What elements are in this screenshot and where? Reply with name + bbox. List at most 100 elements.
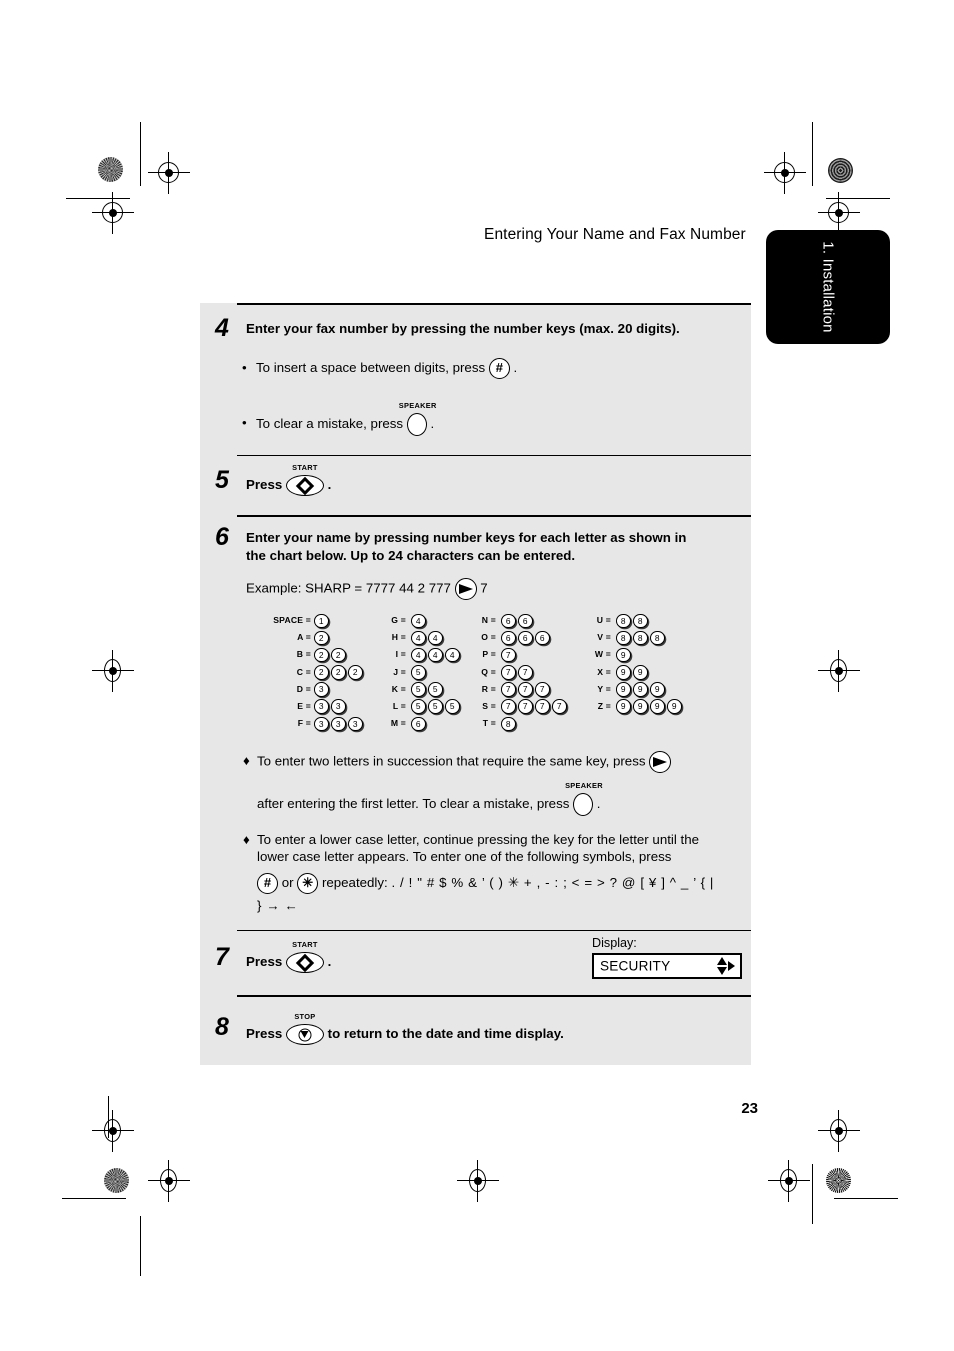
- chart-letter-label: I =: [395, 649, 406, 660]
- registration-mark: [148, 152, 190, 194]
- step-4-bullet-2: • To clear a mistake, press SPEAKER .: [242, 402, 722, 436]
- hash-key-icon[interactable]: #: [257, 873, 278, 894]
- digit-key-icon: 7: [518, 682, 533, 697]
- step-6-note-2: ♦ To enter a lower case letter, continue…: [243, 830, 743, 849]
- step-4-title: Enter your fax number by pressing the nu…: [246, 321, 680, 336]
- chart-row-s: S = 7 7 7 7: [463, 698, 578, 715]
- hash-key-icon[interactable]: #: [488, 358, 510, 379]
- press-after: .: [327, 954, 332, 970]
- stop-key-icon[interactable]: STOP: [285, 1013, 324, 1045]
- chart-letter-label: Q =: [481, 666, 496, 677]
- chart-digit-group: 6: [411, 715, 428, 733]
- digit-key-icon: 7: [501, 682, 516, 697]
- digit-key-icon: 8: [616, 630, 631, 646]
- chart-letter-label: P =: [482, 649, 496, 660]
- chart-column-1: SPACE = 1 A = 2 B = 2 2 C = 2 2 2 D = 3 E = 3 3 F = 3 3 3: [273, 612, 373, 732]
- digit-key-icon: 7: [535, 682, 550, 697]
- chart-row-k: K = 5 5: [373, 681, 463, 698]
- digit-key-icon: 4: [411, 613, 426, 629]
- press-label: Press: [246, 477, 283, 493]
- press-label: Press: [246, 1026, 283, 1042]
- example-text-after: 7: [480, 580, 488, 596]
- halftone-target-bottomright: [826, 1168, 851, 1193]
- digit-key-icon: 6: [518, 630, 533, 646]
- digit-key-icon: 6: [535, 630, 550, 646]
- halftone-target-topright: [828, 158, 853, 183]
- section-divider: [237, 303, 751, 306]
- chart-letter-label: V =: [597, 632, 611, 643]
- digit-key-icon: 7: [552, 699, 567, 714]
- chart-row-o: O = 6 6 6: [463, 629, 578, 646]
- digit-key-icon: 8: [501, 716, 516, 732]
- chart-letter-label: SPACE =: [273, 615, 311, 625]
- chart-row-w: W = 9: [578, 646, 693, 663]
- arrow-right-key-icon[interactable]: [454, 578, 477, 600]
- start-key-icon[interactable]: START: [285, 464, 324, 496]
- chart-letter-label: Y =: [597, 683, 611, 694]
- section-divider: [237, 455, 751, 457]
- chart-row-v: V = 8 8 8: [578, 629, 693, 646]
- crop-line: [812, 1164, 814, 1224]
- digit-key-icon: 8: [650, 630, 665, 646]
- chart-digit-group: 44: [411, 629, 445, 647]
- crop-line: [812, 122, 814, 186]
- digit-key-icon: 6: [411, 716, 426, 732]
- bullet-text: To clear a mistake, press: [256, 416, 404, 432]
- digit-key-icon: 4: [411, 630, 426, 646]
- step-6-number: 6: [215, 523, 229, 551]
- step-8-line: Press STOP to return to the date and tim…: [246, 1013, 686, 1045]
- speaker-key-icon[interactable]: SPEAKER: [565, 782, 603, 816]
- arrow-right-key-icon[interactable]: [649, 751, 672, 773]
- chart-digit-group: 1: [314, 612, 331, 630]
- digit-key-icon: 9: [616, 699, 631, 714]
- registration-mark: [92, 1110, 134, 1152]
- chart-digit-group: 7777: [501, 698, 569, 716]
- registration-mark: [457, 1160, 499, 1202]
- digit-key-icon: 9: [667, 699, 682, 714]
- lcd-display: SECURITY: [592, 953, 742, 979]
- chart-row-g: G = 4: [373, 612, 463, 629]
- digit-key-icon: 7: [501, 647, 516, 663]
- diamond-bullet-marker: ♦: [243, 832, 250, 847]
- chart-row-a: A = 2: [278, 629, 373, 646]
- step-8-number: 8: [215, 1013, 229, 1041]
- chart-row-i: I = 4 4 4: [373, 646, 463, 663]
- chart-digit-group: 33: [314, 698, 348, 716]
- chart-row-x: X = 9 9: [578, 664, 693, 681]
- chart-digit-group: 888: [616, 629, 667, 647]
- display-value: SECURITY: [600, 958, 671, 974]
- asterisk-key-icon[interactable]: ✳: [297, 873, 319, 894]
- chart-letter-label: R =: [481, 683, 496, 694]
- chart-row-j: J = 5: [373, 664, 463, 681]
- symbol-list-line1: . / ! " # $ % & ’ ( ) ✳ + , - : ; < = > …: [391, 875, 714, 891]
- step-5-line: Press START .: [246, 464, 646, 496]
- chart-row-e: E = 3 3: [278, 698, 373, 715]
- halftone-target-bottomleft: [104, 1168, 129, 1193]
- digit-key-icon: 9: [633, 682, 648, 697]
- section-divider: [237, 995, 751, 998]
- chart-letter-label: N =: [481, 615, 496, 625]
- registration-mark: [92, 650, 134, 692]
- chart-letter-label: J =: [393, 666, 406, 677]
- step-7-number: 7: [215, 943, 229, 971]
- display-label: Display:: [592, 936, 637, 950]
- chart-letter-label: T =: [482, 718, 496, 729]
- chart-row-d: D = 3: [278, 681, 373, 698]
- chart-letter-label: W =: [594, 649, 611, 660]
- digit-key-icon: 3: [314, 699, 329, 714]
- crop-line: [834, 1198, 898, 1200]
- chart-row-u: U = 8 8: [578, 612, 693, 629]
- chart-row-b: B = 2 2: [278, 646, 373, 663]
- bullet-text-after: .: [430, 416, 435, 432]
- speaker-key-icon[interactable]: SPEAKER: [399, 402, 436, 436]
- chart-digit-group: 22: [314, 646, 348, 664]
- digit-key-icon: 3: [331, 716, 346, 732]
- chart-digit-group: 99: [616, 664, 650, 682]
- start-key-icon[interactable]: START: [285, 941, 324, 973]
- digit-key-icon: 9: [616, 682, 631, 697]
- step-4-bullet-1: • To insert a space between digits, pres…: [242, 358, 722, 379]
- chapter-tab: 1. Installation: [766, 230, 890, 344]
- digit-key-icon: 4: [428, 647, 443, 663]
- chart-digit-group: 9: [616, 646, 633, 664]
- chart-letter-label: E =: [297, 700, 311, 711]
